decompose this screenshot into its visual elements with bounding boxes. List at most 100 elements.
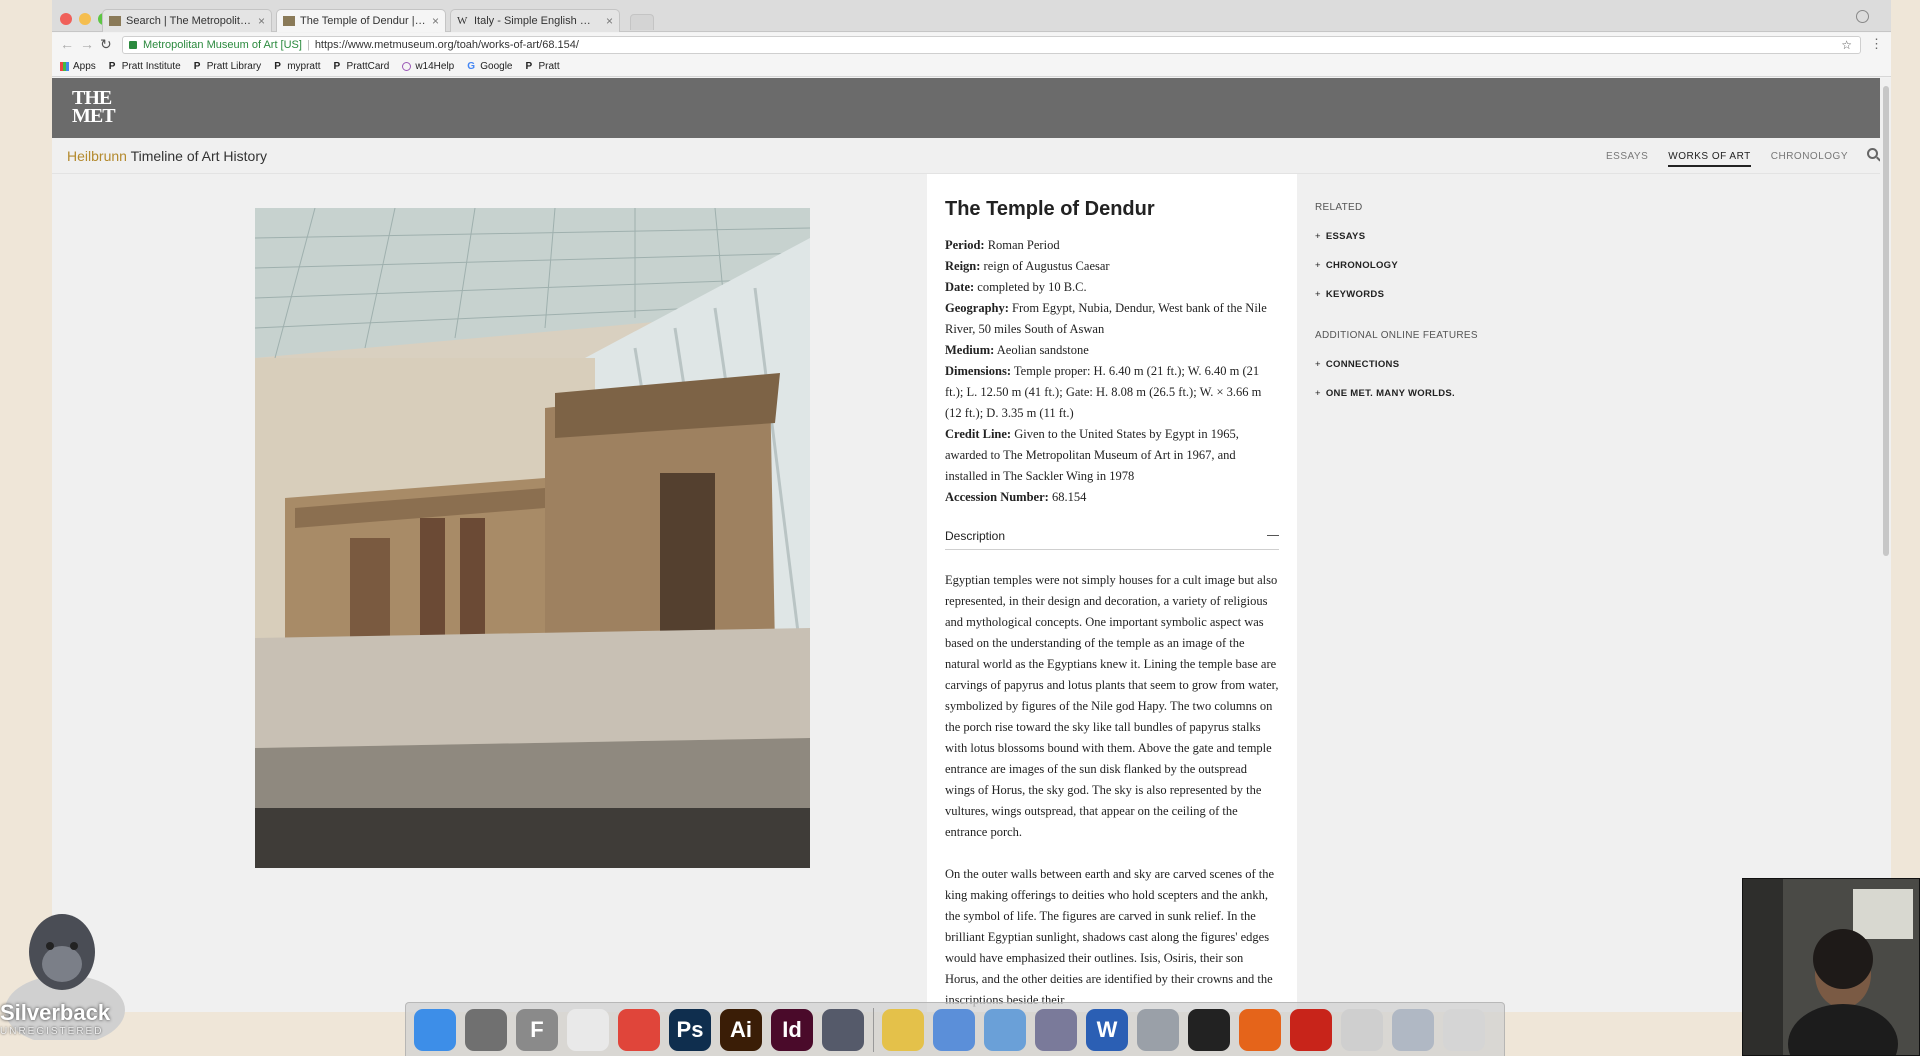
silverback-status: UNREGISTERED xyxy=(0,1026,104,1037)
back-arrow-icon[interactable]: ← xyxy=(60,36,74,52)
firefox-icon[interactable] xyxy=(1239,1008,1281,1051)
met-favicon-icon xyxy=(283,16,295,26)
profile-icon[interactable] xyxy=(1856,10,1869,23)
met-favicon-icon xyxy=(109,16,121,26)
bookmark-w14help[interactable]: w14Help xyxy=(402,61,454,72)
illustrator-icon[interactable]: Ai xyxy=(720,1008,762,1051)
indesign-icon[interactable]: Id xyxy=(771,1008,813,1051)
word-icon[interactable]: W xyxy=(1086,1008,1128,1051)
search-icon[interactable] xyxy=(1867,148,1878,159)
related-essays[interactable]: + ESSAYS xyxy=(1315,231,1515,242)
site-identity: Metropolitan Museum of Art [US] xyxy=(143,39,302,51)
artwork-title: The Temple of Dendur xyxy=(945,198,1155,220)
plus-icon: + xyxy=(1315,388,1321,399)
related-heading: RELATED xyxy=(1315,202,1363,213)
photoshop-icon[interactable]: Ps xyxy=(669,1008,711,1051)
url-text: https://www.metmuseum.org/toah/works-of-… xyxy=(314,39,579,51)
wikipedia-favicon-icon: W xyxy=(457,15,468,27)
chrome-icon[interactable] xyxy=(618,1008,660,1051)
plus-icon: + xyxy=(1315,289,1321,300)
meta-dimensions: Dimensions: Temple proper: H. 6.40 m (21… xyxy=(945,364,1262,420)
w14help-icon xyxy=(402,62,412,71)
related-keywords[interactable]: + KEYWORDS xyxy=(1315,289,1515,300)
nav-essays[interactable]: ESSAYS xyxy=(1606,151,1648,167)
bookmark-pratt-institute[interactable]: P Pratt Institute xyxy=(109,61,181,72)
related-one-met-many-worlds[interactable]: + ONE MET. MANY WORLDS. xyxy=(1315,388,1515,399)
downloads-icon[interactable] xyxy=(1341,1008,1383,1051)
meta-date: Date: completed by 10 B.C. xyxy=(945,280,1087,294)
plus-icon: + xyxy=(1315,260,1321,271)
new-tab-button[interactable] xyxy=(630,14,654,30)
bookmark-google[interactable]: G Google xyxy=(467,61,512,72)
reload-icon[interactable]: ↻ xyxy=(100,36,112,53)
artwork-photo xyxy=(255,208,810,868)
nav-chronology[interactable]: CHRONOLOGY xyxy=(1771,151,1848,167)
met-header: THE MET xyxy=(52,78,1891,138)
temple-of-dendur-photo xyxy=(255,208,810,868)
preview-icon[interactable] xyxy=(984,1008,1026,1051)
finder-icon[interactable] xyxy=(414,1008,456,1051)
meta-medium: Medium: Aeolian sandstone xyxy=(945,343,1089,357)
webcam-feed xyxy=(1743,879,1919,1055)
description-text: Egyptian temples were not simply houses … xyxy=(945,570,1279,1011)
browser-window: Search | The Metropolitan Mu × The Templ… xyxy=(52,0,1891,1012)
webcam-overlay xyxy=(1742,878,1920,1056)
bookmark-pratt[interactable]: P Pratt xyxy=(526,61,560,72)
pratt-p-icon: P xyxy=(333,61,341,72)
artwork-info-panel: The Temple of Dendur Period: Roman Perio… xyxy=(927,174,1297,1012)
bookmark-apps[interactable]: Apps xyxy=(60,61,96,72)
artwork-metadata: Period: Roman Period Reign: reign of Aug… xyxy=(945,235,1279,508)
agent-icon[interactable] xyxy=(1188,1008,1230,1051)
trash-icon[interactable] xyxy=(1443,1008,1485,1051)
timeline-subnav: Heilbrunn Timeline of Art History ESSAYS… xyxy=(52,138,1891,174)
ilife-icon[interactable] xyxy=(1137,1008,1179,1051)
plus-icon: + xyxy=(1315,231,1321,242)
fontbook-icon[interactable]: F xyxy=(516,1008,558,1051)
silverback-badge: Silverback UNREGISTERED xyxy=(0,1000,110,1037)
close-tab-icon[interactable]: × xyxy=(258,14,265,28)
timeline-nav: ESSAYS WORKS OF ART CHRONOLOGY xyxy=(1586,151,1848,167)
dock-divider xyxy=(873,1007,874,1052)
nav-works-of-art[interactable]: WORKS OF ART xyxy=(1668,151,1751,167)
tab-met-search[interactable]: Search | The Metropolitan Mu × xyxy=(102,9,272,32)
silverback-icon[interactable] xyxy=(822,1008,864,1051)
description-paragraph: On the outer walls between earth and sky… xyxy=(945,867,1275,1007)
documents-icon[interactable] xyxy=(1392,1008,1434,1051)
bookmark-prattcard[interactable]: P PrattCard xyxy=(334,61,390,72)
met-logo[interactable]: THE MET xyxy=(72,88,116,126)
timeline-brand[interactable]: Heilbrunn Timeline of Art History xyxy=(67,148,267,164)
pratt-p-icon: P xyxy=(193,61,201,72)
bookmark-star-icon[interactable]: ☆ xyxy=(1841,38,1852,52)
meta-period: Period: Roman Period xyxy=(945,238,1060,252)
iphoto-icon[interactable] xyxy=(1035,1008,1077,1051)
stickies-icon[interactable] xyxy=(882,1008,924,1051)
meta-geography: Geography: From Egypt, Nubia, Dendur, We… xyxy=(945,301,1267,336)
related-chronology[interactable]: + CHRONOLOGY xyxy=(1315,260,1515,271)
description-toggle[interactable]: Description xyxy=(945,522,1279,550)
forward-arrow-icon[interactable]: → xyxy=(80,36,94,52)
screenshot-icon[interactable] xyxy=(465,1008,507,1051)
close-tab-icon[interactable]: × xyxy=(606,14,613,28)
google-g-icon: G xyxy=(467,61,476,72)
silverback-name: Silverback xyxy=(0,1000,111,1025)
scrollbar-thumb[interactable] xyxy=(1883,86,1889,556)
meta-reign: Reign: reign of Augustus Caesar xyxy=(945,259,1110,273)
bookmarks-bar: Apps P Pratt Institute P Pratt Library Pmy… xyxy=(52,57,1891,77)
acrobat-icon[interactable] xyxy=(1290,1008,1332,1051)
tab-wikipedia-italy[interactable]: W Italy - Simple English Wikiped × xyxy=(450,9,620,32)
page-scrollbar[interactable] xyxy=(1880,78,1891,1012)
related-connections[interactable]: + CONNECTIONS xyxy=(1315,359,1515,370)
bookmark-pratt-library[interactable]: P Pratt Library xyxy=(194,61,261,72)
itunes-icon[interactable] xyxy=(933,1008,975,1051)
macos-dock: F Ps Ai Id W xyxy=(405,1002,1505,1056)
tab-strip: Search | The Metropolitan Mu × The Templ… xyxy=(52,0,1891,32)
browser-menu-icon[interactable]: ⋮ xyxy=(1870,36,1883,52)
close-window-button[interactable] xyxy=(60,13,72,25)
meta-accession-number: Accession Number: 68.154 xyxy=(945,490,1087,504)
close-tab-icon[interactable]: × xyxy=(432,14,439,28)
bookmark-mypratt[interactable]: Pmypratt xyxy=(274,61,320,72)
address-bar[interactable]: Metropolitan Museum of Art [US] | https:… xyxy=(122,36,1861,54)
minimize-window-button[interactable] xyxy=(79,13,91,25)
tab-temple-of-dendur[interactable]: The Temple of Dendur | Work × xyxy=(276,9,446,32)
textedit-icon[interactable] xyxy=(567,1008,609,1051)
